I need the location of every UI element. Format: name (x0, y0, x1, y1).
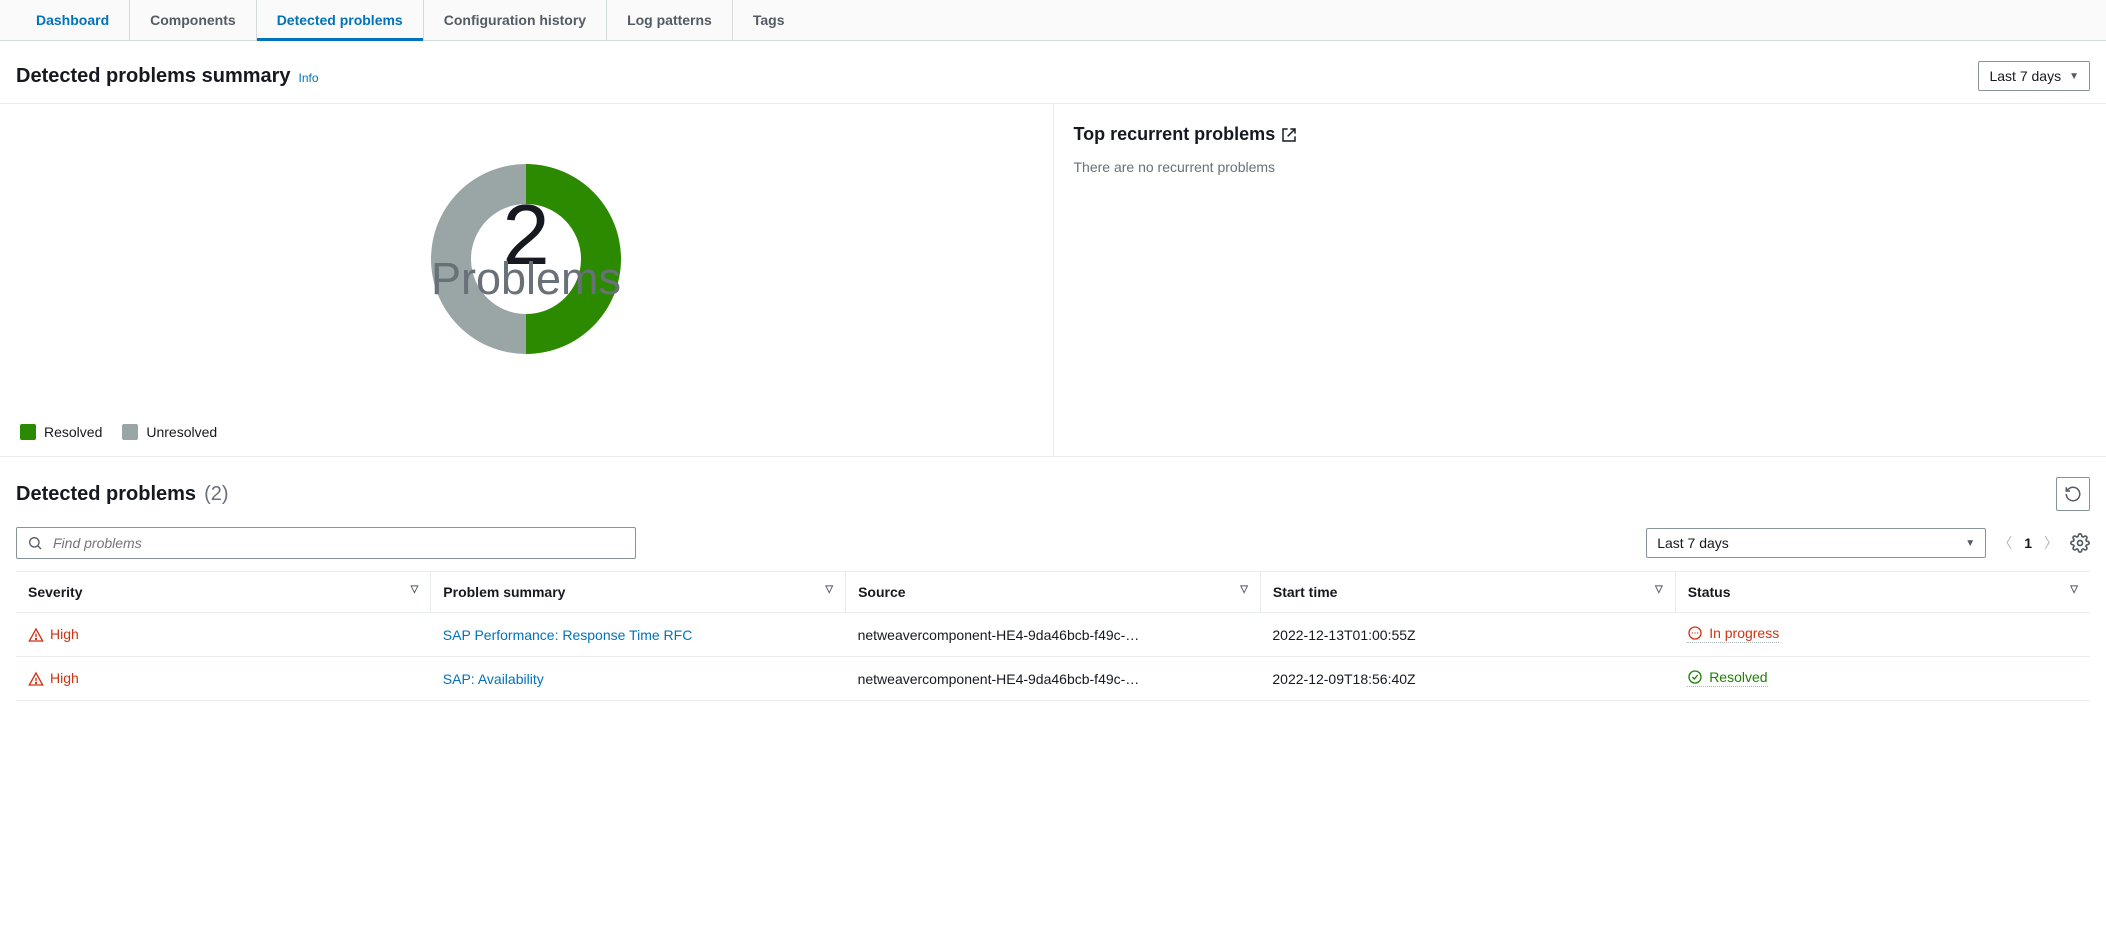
cell-summary: SAP Performance: Response Time RFC (431, 613, 846, 657)
tab-dashboard[interactable]: Dashboard (16, 0, 130, 40)
cell-severity: High (16, 657, 431, 701)
warning-icon (28, 671, 44, 687)
recurrent-panel: Top recurrent problems There are no recu… (1053, 104, 2106, 456)
time-range-value: Last 7 days (1989, 68, 2061, 84)
pagination: 〈 1 〉 (1998, 533, 2058, 553)
legend-label: Resolved (44, 424, 102, 440)
tab-detected-problems[interactable]: Detected problems (257, 0, 424, 40)
legend-item: Unresolved (122, 424, 217, 440)
summary-panels: 2 Problems Resolved Unresolved Top recurr… (0, 103, 2106, 457)
table-body: High SAP Performance: Response Time RFC ne… (16, 613, 2090, 701)
col-source[interactable]: Source▽ (846, 572, 1261, 613)
legend-swatch (122, 424, 138, 440)
resolved-icon (1687, 669, 1703, 685)
summary-title-text: Detected problems summary (16, 65, 291, 88)
cell-status: In progress (1675, 613, 2090, 657)
problems-donut-chart: 2 Problems (401, 134, 651, 384)
list-time-range-value: Last 7 days (1657, 535, 1729, 551)
table-row: High SAP Performance: Response Time RFC ne… (16, 613, 2090, 657)
list-toolbar: Last 7 days ▼ 〈 1 〉 (0, 523, 2106, 571)
recurrent-title: Top recurrent problems (1074, 124, 2087, 145)
table-header-row: Severity▽ Problem summary▽ Source▽ Start… (16, 572, 2090, 613)
list-count: (2) (204, 483, 228, 506)
cell-summary: SAP: Availability (431, 657, 846, 701)
external-link-icon[interactable] (1281, 124, 1297, 145)
cell-severity: High (16, 613, 431, 657)
sort-icon[interactable]: ▽ (825, 584, 833, 595)
list-header: Detected problems (2) (0, 457, 2106, 523)
recurrent-title-text: Top recurrent problems (1074, 124, 1276, 145)
tab-tags[interactable]: Tags (733, 0, 805, 40)
legend-item: Resolved (20, 424, 102, 440)
recurrent-empty-text: There are no recurrent problems (1074, 159, 2087, 175)
table-row: High SAP: Availability netweavercomponent-… (16, 657, 2090, 701)
caret-down-icon: ▼ (1965, 538, 1975, 549)
problems-table: Severity▽ Problem summary▽ Source▽ Start… (16, 571, 2090, 701)
summary-header: Detected problems summary Info Last 7 da… (0, 41, 2106, 103)
tab-log-patterns[interactable]: Log patterns (607, 0, 733, 40)
tabs: DashboardComponentsDetected problemsConf… (0, 0, 2106, 41)
col-severity[interactable]: Severity▽ (16, 572, 431, 613)
col-start[interactable]: Start time▽ (1260, 572, 1675, 613)
cell-source: netweavercomponent-HE4-9da46bcb-f49c-… (846, 657, 1261, 701)
col-summary[interactable]: Problem summary▽ (431, 572, 846, 613)
problem-link[interactable]: SAP: Availability (443, 671, 544, 687)
col-status[interactable]: Status▽ (1675, 572, 2090, 613)
sort-icon[interactable]: ▽ (1240, 584, 1248, 595)
search-icon (27, 535, 43, 551)
search-input[interactable] (51, 534, 625, 552)
cell-status: Resolved (1675, 657, 2090, 701)
inprogress-icon (1687, 625, 1703, 641)
search-box[interactable] (16, 527, 636, 559)
caret-down-icon: ▼ (2069, 71, 2079, 82)
legend-label: Unresolved (146, 424, 217, 440)
sort-icon[interactable]: ▽ (411, 584, 419, 595)
sort-icon[interactable]: ▽ (1655, 584, 1663, 595)
tab-components[interactable]: Components (130, 0, 257, 40)
donut-center-label: Problems (431, 253, 621, 304)
refresh-button[interactable] (2056, 477, 2090, 511)
gear-icon (2070, 533, 2090, 553)
cell-start: 2022-12-13T01:00:55Z (1260, 613, 1675, 657)
donut-panel: 2 Problems Resolved Unresolved (0, 104, 1053, 456)
page-title: Detected problems summary Info (16, 65, 319, 88)
cell-source: netweavercomponent-HE4-9da46bcb-f49c-… (846, 613, 1261, 657)
list-title-text: Detected problems (16, 483, 196, 506)
tab-configuration-history[interactable]: Configuration history (424, 0, 607, 40)
page-prev-button[interactable]: 〈 (1998, 533, 2012, 553)
legend-swatch (20, 424, 36, 440)
problem-link[interactable]: SAP Performance: Response Time RFC (443, 627, 693, 643)
table-settings-button[interactable] (2070, 533, 2090, 553)
info-link[interactable]: Info (299, 71, 319, 85)
list-time-range-select[interactable]: Last 7 days ▼ (1646, 528, 1986, 558)
warning-icon (28, 627, 44, 643)
sort-icon[interactable]: ▽ (2070, 584, 2078, 595)
list-title: Detected problems (2) (16, 483, 229, 506)
page-next-button[interactable]: 〉 (2044, 533, 2058, 553)
cell-start: 2022-12-09T18:56:40Z (1260, 657, 1675, 701)
time-range-select[interactable]: Last 7 days ▼ (1978, 61, 2090, 91)
refresh-icon (2064, 485, 2082, 503)
page-number: 1 (2024, 535, 2032, 551)
donut-legend: Resolved Unresolved (20, 424, 1033, 440)
